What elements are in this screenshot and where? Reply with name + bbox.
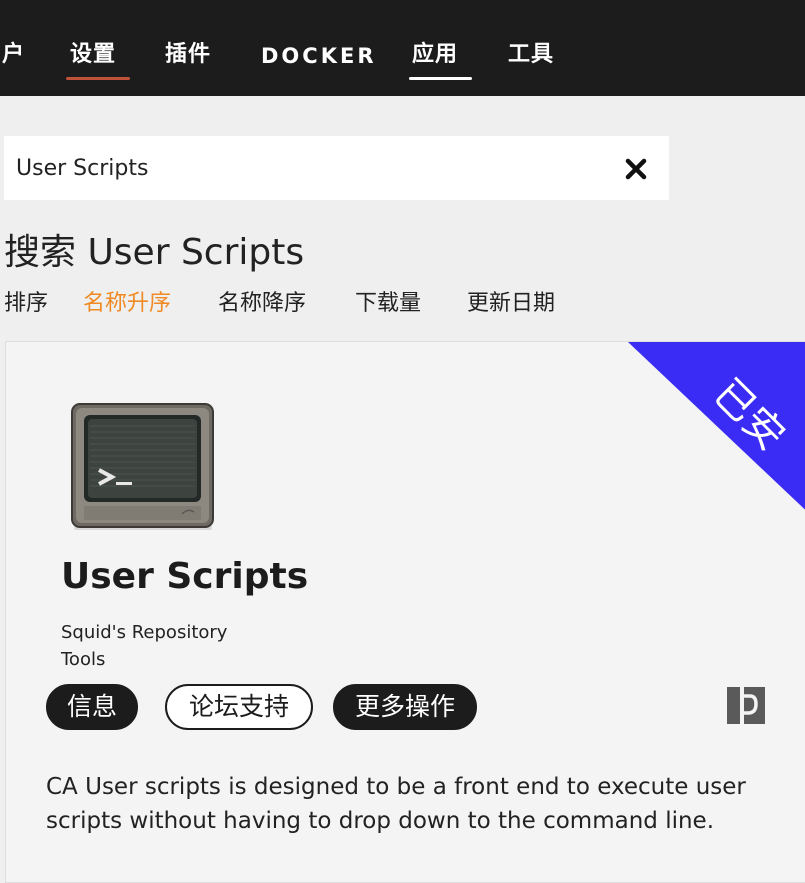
sort-label: 排序 <box>4 291 49 316</box>
nav-item-docker[interactable]: DOCKER <box>261 41 376 71</box>
nav-active-underline-apps <box>409 77 472 80</box>
app-description: CA User scripts is designed to be a fron… <box>46 774 746 834</box>
search-input[interactable] <box>16 150 576 186</box>
more-actions-button[interactable]: 更多操作 <box>333 684 477 730</box>
sort-updated[interactable]: 更新日期 <box>467 288 555 320</box>
nav-item-users[interactable]: 户 <box>2 40 25 70</box>
terminal-monitor-icon <box>71 403 214 530</box>
clear-search-button[interactable] <box>621 154 651 184</box>
nav-item-plugins[interactable]: 插件 <box>165 40 211 70</box>
sort-downloads[interactable]: 下载量 <box>355 288 421 320</box>
nav-item-settings[interactable]: 设置 <box>70 40 116 70</box>
forum-support-button[interactable]: 论坛支持 <box>165 684 313 730</box>
close-icon <box>625 158 647 180</box>
nav-item-apps[interactable]: 应用 <box>412 40 458 70</box>
page-title: 搜索 User Scripts <box>4 232 305 273</box>
search-box <box>4 136 669 200</box>
app-name[interactable]: User Scripts <box>61 556 308 597</box>
sort-name-asc[interactable]: 名称升序 <box>83 288 171 320</box>
beta-icon[interactable] <box>727 687 765 724</box>
nav-active-underline-settings <box>66 77 130 80</box>
sort-name-desc[interactable]: 名称降序 <box>218 288 306 320</box>
top-nav-bar <box>0 0 805 96</box>
app-repository[interactable]: Squid's Repository <box>61 622 227 643</box>
app-category[interactable]: Tools <box>61 649 105 670</box>
info-button[interactable]: 信息 <box>46 684 138 730</box>
nav-item-tools[interactable]: 工具 <box>508 40 554 70</box>
